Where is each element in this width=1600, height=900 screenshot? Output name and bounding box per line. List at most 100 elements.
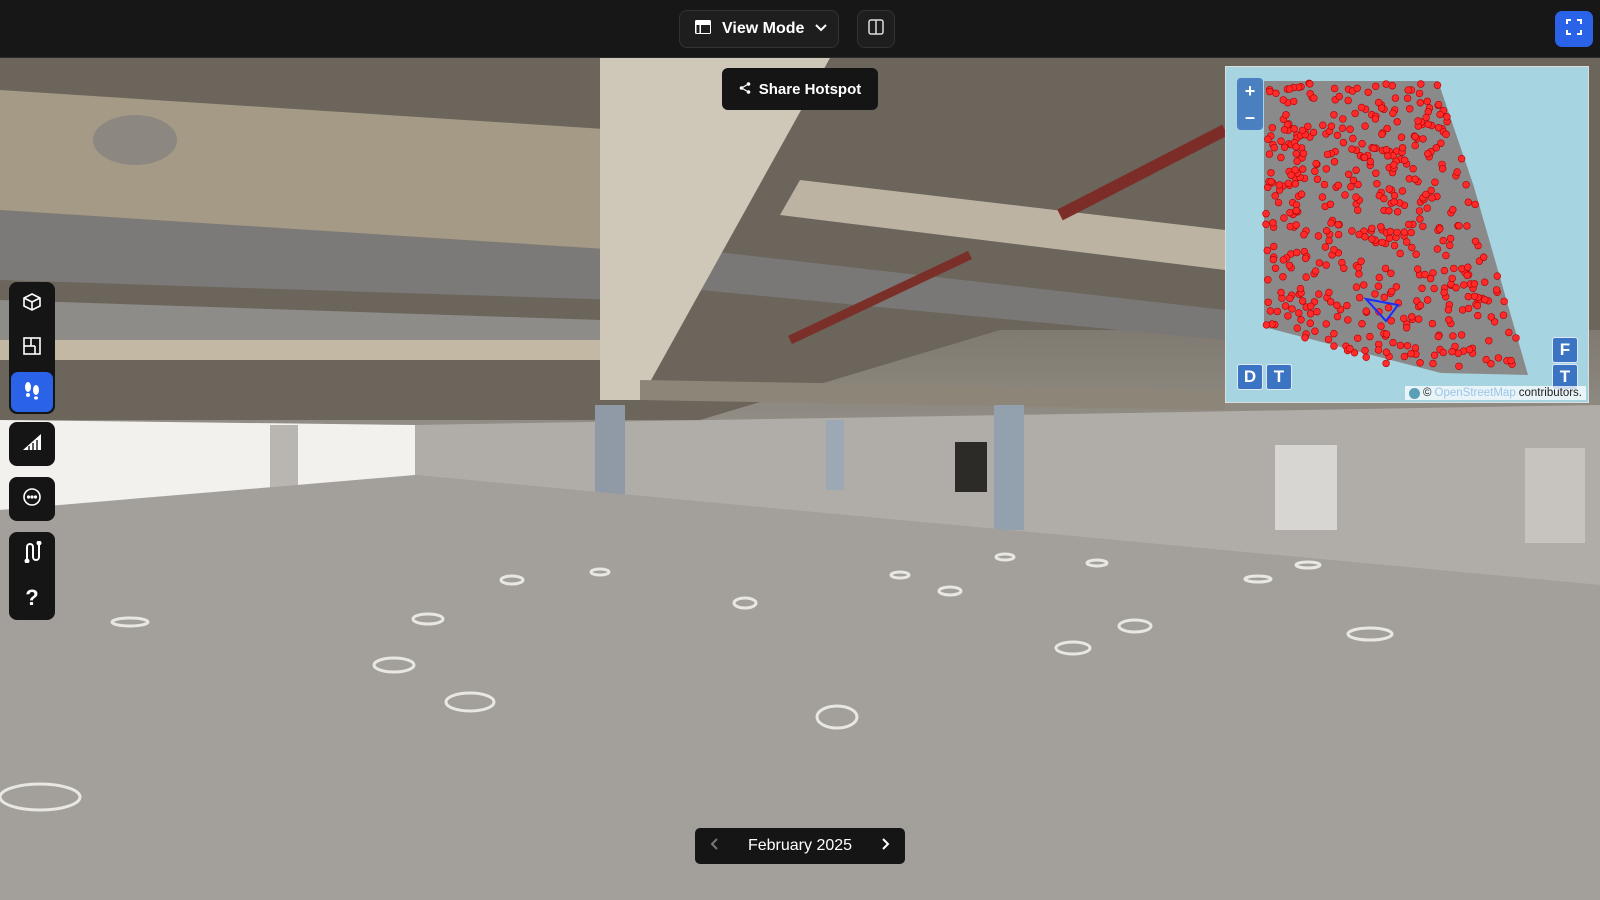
hotspot-dot[interactable] bbox=[1416, 301, 1425, 310]
hotspot-dot[interactable] bbox=[1423, 204, 1431, 212]
hotspot-dot[interactable] bbox=[1313, 308, 1321, 316]
hotspot-dot[interactable] bbox=[1333, 301, 1341, 310]
hotspot-dot[interactable] bbox=[1438, 165, 1447, 173]
hotspot-dot[interactable] bbox=[1454, 349, 1462, 357]
hotspot-dot[interactable] bbox=[1398, 144, 1407, 152]
hotspot-dot[interactable] bbox=[1416, 215, 1424, 223]
hotspot-dot[interactable] bbox=[1433, 245, 1442, 253]
hotspot-dot[interactable] bbox=[1463, 271, 1471, 280]
hotspot-dot[interactable] bbox=[1330, 342, 1338, 350]
hotspot-dot[interactable] bbox=[1380, 293, 1389, 302]
hotspot-dot[interactable] bbox=[1429, 359, 1437, 368]
hotspot-dot[interactable] bbox=[1439, 236, 1447, 245]
hotspot-dot[interactable] bbox=[1299, 149, 1308, 158]
hotspot-dot[interactable] bbox=[1293, 324, 1302, 332]
hotspot-dot[interactable] bbox=[1338, 124, 1347, 132]
hotspot-dot[interactable] bbox=[1433, 81, 1442, 89]
hotspot-dot[interactable] bbox=[1382, 359, 1390, 368]
hotspot-dot[interactable] bbox=[1390, 161, 1398, 169]
hotspot-dot[interactable] bbox=[1453, 168, 1461, 176]
hotspot-dot[interactable] bbox=[1382, 330, 1391, 338]
hotspot-dot[interactable] bbox=[1396, 341, 1405, 350]
hotspot-dot[interactable] bbox=[1412, 250, 1420, 258]
hotspot-dot[interactable] bbox=[1393, 118, 1401, 126]
hotspot-dot[interactable] bbox=[1368, 224, 1376, 233]
hotspot-dot[interactable] bbox=[1436, 110, 1444, 119]
measure-button[interactable] bbox=[9, 422, 55, 466]
hotspot-dot[interactable] bbox=[1322, 320, 1330, 328]
hotspot-dot[interactable] bbox=[1390, 191, 1399, 200]
hotspot-dot[interactable] bbox=[1418, 284, 1426, 293]
hotspot-dot[interactable] bbox=[1389, 338, 1397, 347]
hotspot-dot[interactable] bbox=[1273, 307, 1281, 316]
hotspot-dot[interactable] bbox=[1382, 145, 1391, 154]
hotspot-dot[interactable] bbox=[1398, 187, 1407, 195]
hotspot-dot[interactable] bbox=[1462, 181, 1470, 189]
hotspot-dot[interactable] bbox=[1288, 305, 1296, 313]
hotspot-dot[interactable] bbox=[1445, 316, 1453, 324]
hotspot-dot[interactable] bbox=[1344, 170, 1353, 179]
hotspot-dot[interactable] bbox=[1366, 157, 1375, 166]
hotspot-dot[interactable] bbox=[1416, 99, 1425, 107]
hotspot-dot[interactable] bbox=[1330, 84, 1339, 93]
hotspot-dot[interactable] bbox=[1402, 324, 1411, 332]
hotspot-dot[interactable] bbox=[1448, 274, 1456, 283]
hotspot-dot[interactable] bbox=[1470, 292, 1479, 301]
hotspot-dot[interactable] bbox=[1325, 236, 1333, 245]
hotspot-dot[interactable] bbox=[1455, 222, 1463, 230]
hotspot-dot[interactable] bbox=[1430, 284, 1438, 293]
hotspot-dot[interactable] bbox=[1446, 234, 1455, 243]
hotspot-dot[interactable] bbox=[1471, 200, 1479, 209]
hotspot-dot[interactable] bbox=[1426, 274, 1435, 283]
hotspot-dot[interactable] bbox=[1269, 242, 1278, 251]
hotspot-dot[interactable] bbox=[1354, 263, 1363, 272]
hotspot-dot[interactable] bbox=[1326, 200, 1335, 209]
hotspot-dot[interactable] bbox=[1320, 180, 1329, 189]
hotspot-dot[interactable] bbox=[1439, 348, 1448, 357]
hotspot-dot[interactable] bbox=[1460, 281, 1468, 289]
hotspot-dot[interactable] bbox=[1470, 280, 1479, 288]
hotspot-dot[interactable] bbox=[1396, 249, 1404, 258]
hotspot-dot[interactable] bbox=[1339, 138, 1348, 147]
hotspot-dot[interactable] bbox=[1315, 259, 1324, 267]
hotspot-dot[interactable] bbox=[1424, 149, 1432, 158]
hotspot-dot[interactable] bbox=[1384, 152, 1392, 160]
hotspot-dot[interactable] bbox=[1380, 194, 1388, 203]
hotspot-dot[interactable] bbox=[1310, 94, 1318, 102]
hotspot-dot[interactable] bbox=[1371, 115, 1380, 123]
hotspot-dot[interactable] bbox=[1298, 297, 1307, 305]
path-button[interactable] bbox=[9, 532, 55, 576]
hotspot-dot[interactable] bbox=[1330, 329, 1338, 338]
map-t-left-button[interactable]: T bbox=[1266, 364, 1292, 390]
hotspot-dot[interactable] bbox=[1280, 214, 1288, 222]
hotspot-dot[interactable] bbox=[1297, 316, 1305, 324]
hotspot-dot[interactable] bbox=[1378, 130, 1386, 138]
hotspot-dot[interactable] bbox=[1464, 292, 1473, 301]
hotspot-dot[interactable] bbox=[1279, 96, 1287, 104]
hotspot-dot[interactable] bbox=[1414, 117, 1422, 125]
hotspot-dot[interactable] bbox=[1448, 347, 1456, 356]
hotspot-dot[interactable] bbox=[1291, 166, 1299, 174]
hotspot-dot[interactable] bbox=[1389, 109, 1397, 117]
next-date-button[interactable] bbox=[881, 837, 891, 856]
hotspot-dot[interactable] bbox=[1432, 144, 1441, 152]
hotspot-dot[interactable] bbox=[1493, 272, 1501, 280]
hotspot-dot[interactable] bbox=[1352, 283, 1361, 291]
hotspot-dot[interactable] bbox=[1385, 234, 1394, 243]
hotspot-dot[interactable] bbox=[1374, 346, 1383, 354]
hotspot-dot[interactable] bbox=[1334, 230, 1343, 239]
hotspot-dot[interactable] bbox=[1313, 175, 1322, 183]
minimap[interactable]: + – D T F T © OpenStreetMap contributors… bbox=[1225, 66, 1589, 403]
hotspot-dot[interactable] bbox=[1361, 233, 1369, 241]
hotspot-dot[interactable] bbox=[1421, 270, 1429, 279]
hotspot-dot[interactable] bbox=[1362, 353, 1370, 361]
hotspot-dot[interactable] bbox=[1289, 97, 1298, 106]
hotspot-dot[interactable] bbox=[1393, 228, 1401, 237]
map-f-button[interactable]: F bbox=[1552, 337, 1578, 363]
hotspot-dot[interactable] bbox=[1285, 261, 1294, 270]
hotspot-dot[interactable] bbox=[1277, 153, 1285, 162]
hotspot-dot[interactable] bbox=[1307, 302, 1315, 311]
hotspot-dot[interactable] bbox=[1372, 82, 1380, 90]
hotspot-dot[interactable] bbox=[1512, 334, 1520, 342]
hotspot-dot[interactable] bbox=[1306, 80, 1314, 88]
